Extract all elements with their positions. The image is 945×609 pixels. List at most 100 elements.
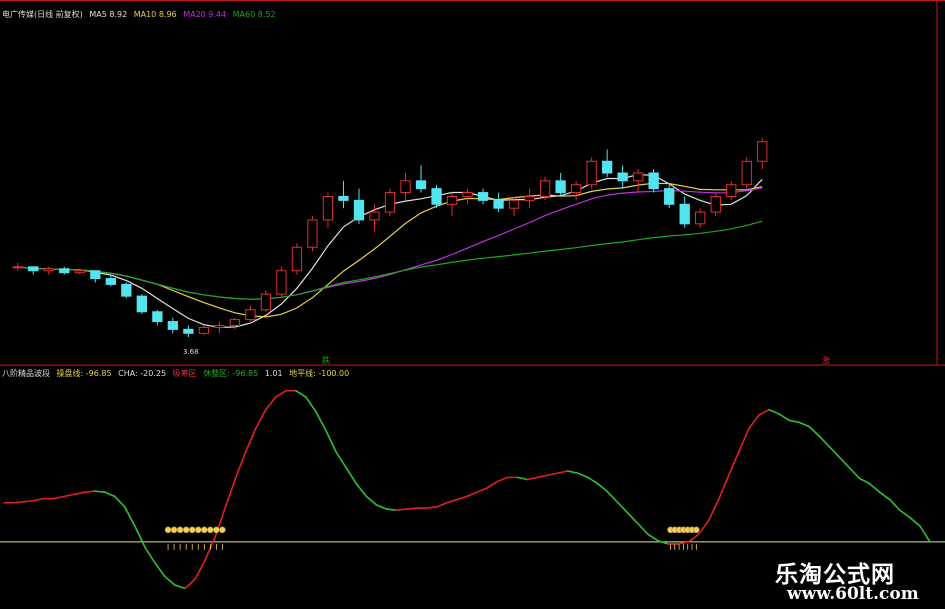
candle-body [245,309,256,321]
upper-title: 电广传媒(日线 前复权) [2,10,83,19]
candle-body [493,199,504,209]
oscillator-segment [778,413,790,422]
candle-body [555,180,566,194]
buy-zone-marker [182,526,190,534]
oscillator-segment [53,495,66,500]
oscillator-segment [93,490,106,493]
candle-body [679,203,690,225]
candle-body [710,195,721,213]
lower-item-0: 操盘线: -96.85 [56,369,112,378]
oscillator-segment [113,495,126,508]
oscillator-segment [607,491,619,504]
oscillator-segment [254,408,267,430]
candle-body [276,270,287,295]
oscillator-segment [395,508,408,511]
oscillator-segment [516,476,529,481]
oscillator-segment [798,421,811,428]
oscillator-segment [134,525,146,548]
candle-body [524,195,535,201]
oscillator-segment [576,472,589,479]
oscillator-segment [496,476,509,483]
lower-item-1: CHA: -20.25 [118,369,167,378]
oscillator-segment [627,512,639,525]
oscillator-segment [365,495,378,506]
candle-body [291,246,303,272]
oscillator-segment [154,562,166,578]
oscillator-segment [838,456,851,469]
oscillator-segment [546,472,559,477]
candle-body [121,283,132,297]
oscillator-segment [174,584,186,590]
buy-zone-marker [176,526,184,534]
candle-body [105,278,116,285]
candle-body [59,268,70,274]
candle-body [260,293,272,311]
oscillator-segment [707,498,720,522]
oscillator-segment [899,509,911,519]
oscillator-segment [597,482,609,493]
buy-zone-marker [170,526,178,534]
oscillator-segment [828,445,841,459]
oscillator-segment [73,491,86,496]
lower-item-4: 1.01 [264,369,283,378]
oscillator-segment [123,506,136,527]
candle-body [601,160,613,174]
oscillator-segment [919,525,931,543]
candle-body [136,295,147,313]
oscillator-segment [476,487,488,493]
oscillator-segment [13,500,25,504]
low-price-label: 3.68 [183,348,199,356]
candle-body [384,192,396,213]
oscillator-segment [33,497,46,502]
oscillator-segment [375,504,388,510]
oscillator-segment [717,474,730,501]
candle-body [198,326,210,334]
ma20-label: MA20 9.44 [183,10,227,19]
buy-zone-marker [164,526,172,534]
candle-body [415,180,427,190]
candle-body [400,180,411,194]
chart-canvas: 3.68 跌 涨 [0,0,945,590]
candle-body [338,195,349,201]
candle-body [570,184,582,194]
candle-body [539,180,551,197]
oscillator-segment [858,477,871,485]
oscillator-segment [23,499,35,503]
oscillator-segment [325,430,337,453]
oscillator-segment [385,508,398,511]
buy-zone-marker [219,526,226,534]
oscillator-segment [436,501,448,508]
oscillator-segment [878,491,891,501]
candle-body [726,184,737,197]
oscillator-segment [103,491,116,498]
watermark: 乐淘公式网 www.60lt.com [755,551,945,609]
candle-body [695,211,706,225]
oscillator-segment [768,408,780,415]
oscillator-segment [295,389,307,398]
buy-zone-marker [693,526,700,534]
candle-body [214,324,225,328]
buy-zone-marker [188,526,196,534]
oscillator-segment [737,427,750,453]
upper-legend: 电广传媒(日线 前复权) MA5 8.92 MA10 8.96 MA20 9.4… [2,10,280,20]
oscillator-segment [647,533,660,542]
oscillator-segment [425,506,438,509]
oscillator-segment [83,490,96,493]
oscillator-segment [264,396,277,411]
oscillator-segment [637,523,649,536]
oscillator-segment [234,451,247,480]
oscillator-segment [194,559,207,580]
oscillator-segment [697,519,710,536]
oscillator-segment [456,495,468,501]
oscillator-segment [748,414,760,430]
ma10-label: MA10 8.96 [133,10,177,19]
oscillator-segment [224,477,237,508]
oscillator-segment [727,451,740,477]
candle-body [307,219,318,248]
oscillator-segment [536,474,549,479]
candle-body [741,160,752,186]
candle-body [431,188,442,205]
oscillator-segment [164,575,176,587]
candle-body [152,311,163,323]
candle-body [462,192,473,197]
